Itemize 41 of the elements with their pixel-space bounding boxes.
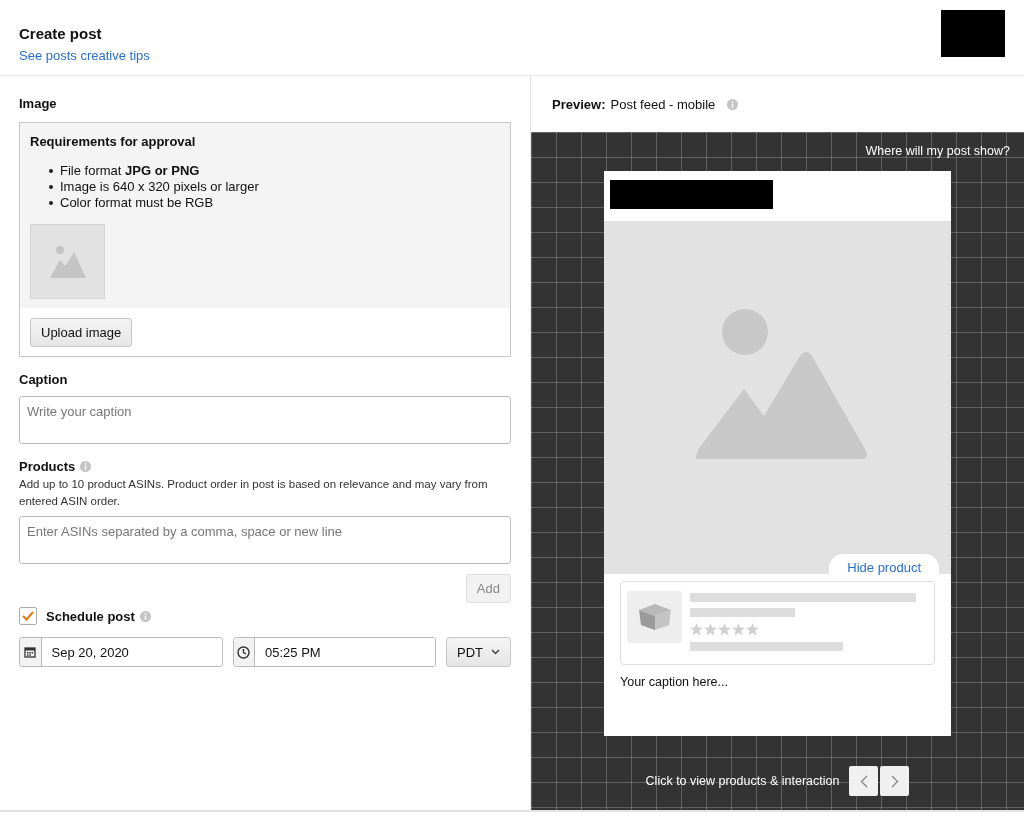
requirements-title: Requirements for approval xyxy=(30,134,196,149)
requirement-text: Color format must be RGB xyxy=(60,195,214,211)
info-icon[interactable] xyxy=(139,610,151,622)
previous-button[interactable] xyxy=(849,766,879,796)
asin-field[interactable]: Enter ASINs separated by a comma, space or new line xyxy=(19,516,511,564)
footer-text: Click to view products & interaction xyxy=(645,774,840,788)
time-field[interactable]: 05:25 PM xyxy=(232,637,436,667)
where-link[interactable]: Where will my post show? xyxy=(865,144,1010,158)
chevron-right-icon xyxy=(890,774,899,788)
requirement-text: Image is 640 x 320 pixels or larger xyxy=(60,179,259,195)
caret-icon xyxy=(491,649,500,655)
hide-product-link[interactable]: Hide product xyxy=(829,554,939,575)
chevron-left-icon xyxy=(859,774,868,788)
caption-field[interactable]: Write your caption xyxy=(19,396,511,444)
preview-mode: Post feed - mobile xyxy=(610,96,716,112)
section-label: Image xyxy=(19,96,58,111)
checkbox[interactable] xyxy=(19,607,37,625)
box-icon xyxy=(636,602,673,632)
section-label: Products xyxy=(19,459,76,474)
requirement-text: File format JPG or PNG xyxy=(60,163,200,179)
tips-link[interactable]: See posts creative tips xyxy=(19,48,150,63)
rating-placeholder-icon xyxy=(690,623,760,636)
info-icon[interactable] xyxy=(727,98,739,110)
clock-icon xyxy=(237,645,251,659)
upload-image-button[interactable]: Upload image xyxy=(30,318,133,347)
page-title: Create post xyxy=(19,25,103,42)
image-icon xyxy=(49,245,86,278)
calendar-icon xyxy=(24,646,37,658)
bullet-icon xyxy=(49,201,53,205)
caption-preview: Your caption here... xyxy=(620,675,729,689)
timezone-dropdown[interactable]: PDT xyxy=(446,637,511,667)
help-text: Add up to 10 product ASINs. Product order in post is based on relevance and may vary from entered ASIN order. xyxy=(19,477,489,509)
bullet-icon xyxy=(49,169,53,173)
date-field[interactable]: Sep 20, 2020 xyxy=(19,637,223,667)
schedule-label: Schedule post xyxy=(46,608,135,624)
redaction-block xyxy=(941,10,1005,57)
bullet-icon xyxy=(49,185,53,189)
next-button[interactable] xyxy=(880,766,910,796)
section-label: Caption xyxy=(19,372,68,387)
preview-label: Preview: xyxy=(552,96,606,112)
info-icon[interactable] xyxy=(80,461,92,472)
